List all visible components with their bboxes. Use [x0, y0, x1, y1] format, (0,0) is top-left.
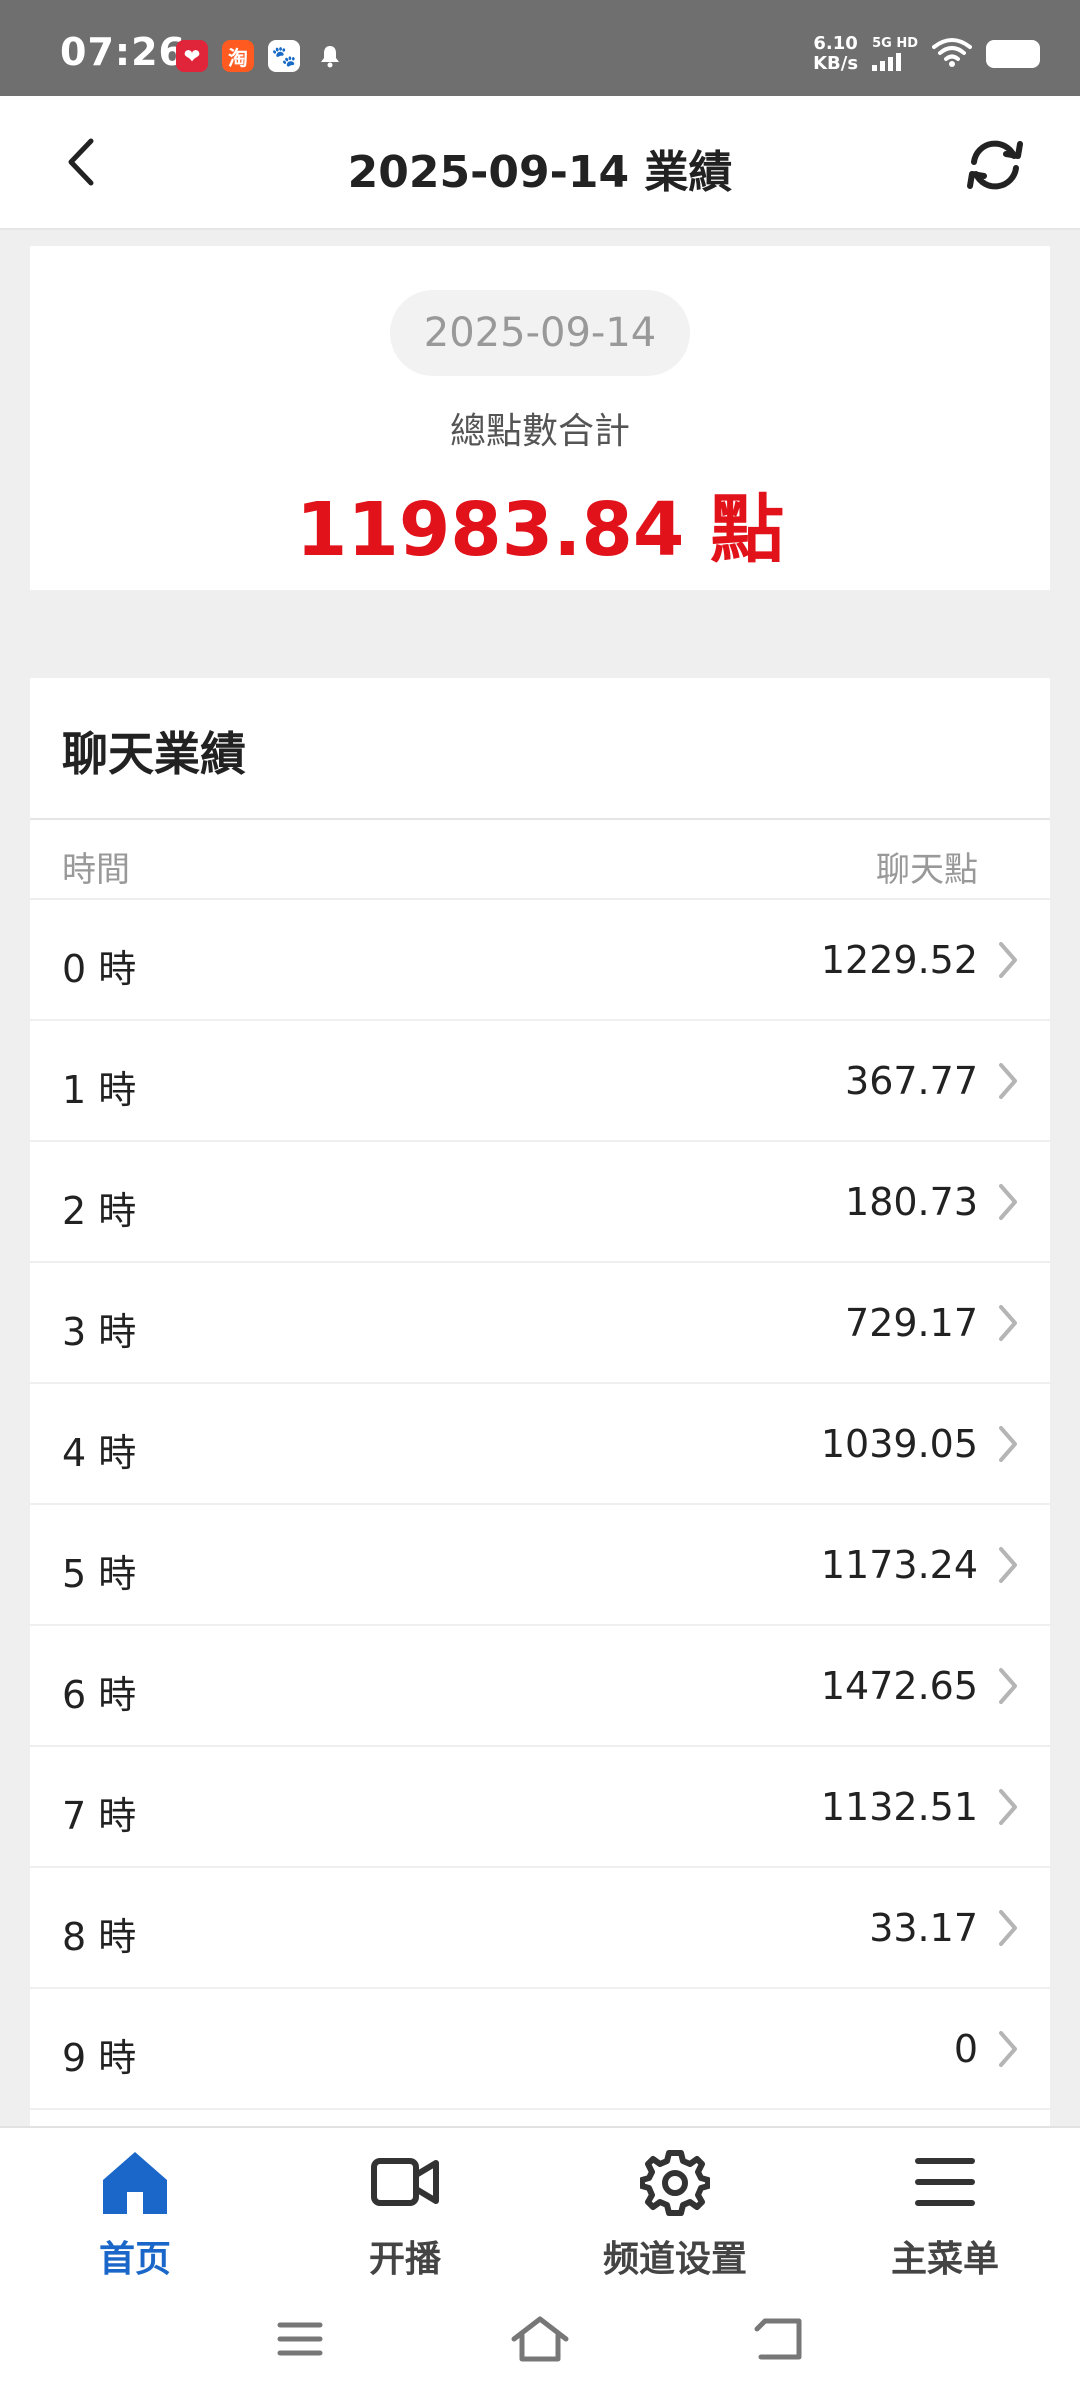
table-header: 時間 聊天點	[30, 830, 1050, 900]
row-points: 1229.52	[820, 938, 978, 982]
table-row[interactable]: 8 時 33.17	[30, 1868, 1050, 1989]
row-hour: 3 時	[62, 1310, 137, 1354]
table-row[interactable]: 4 時 1039.05	[30, 1384, 1050, 1505]
cellular-signal-icon: 5G HD	[872, 37, 918, 71]
tab-home[interactable]: 首页	[0, 2128, 270, 2280]
refresh-icon	[967, 140, 1023, 190]
wifi-icon	[932, 37, 972, 71]
refresh-button[interactable]	[960, 130, 1030, 200]
row-points: 367.77	[845, 1059, 978, 1103]
table-row[interactable]: 7 時 1132.51	[30, 1747, 1050, 1868]
column-header-time: 時間	[62, 850, 130, 890]
row-points: 1039.05	[820, 1422, 978, 1466]
table-row[interactable]: 3 時 729.17	[30, 1263, 1050, 1384]
tab-channel-settings-label: 频道设置	[602, 2239, 747, 2280]
net-speed: 6.10 KB/s	[813, 34, 858, 74]
table-row[interactable]: 0 時 1229.52	[30, 900, 1050, 1021]
chevron-right-icon	[988, 938, 1028, 982]
recents-icon	[277, 2322, 323, 2356]
row-hour: 0 時	[62, 947, 137, 991]
row-points: 1173.24	[820, 1543, 978, 1587]
table-row[interactable]: 6 時 1472.65	[30, 1626, 1050, 1747]
chevron-right-icon	[988, 1059, 1028, 1103]
table-row[interactable]: 1 時 367.77	[30, 1021, 1050, 1142]
column-header-points: 聊天點	[876, 850, 978, 890]
row-hour: 8 時	[62, 1915, 137, 1959]
table-row[interactable]: 2 時 180.73	[30, 1142, 1050, 1263]
row-hour: 4 時	[62, 1431, 137, 1475]
page-title: 2025-09-14 業績	[347, 147, 733, 198]
chevron-right-icon	[988, 1543, 1028, 1587]
tab-go-live-label: 开播	[368, 2239, 441, 2280]
row-hour: 2 時	[62, 1189, 137, 1233]
row-hour: 1 時	[62, 1068, 137, 1112]
total-points-value: 11983.84 點	[295, 487, 785, 573]
recent-apps-button[interactable]	[260, 2304, 340, 2374]
row-points: 1132.51	[820, 1785, 978, 1829]
chevron-right-icon	[988, 1180, 1028, 1224]
video-camera-icon	[365, 2142, 445, 2222]
baidu-app-icon: 🐾	[268, 40, 300, 72]
row-points: 729.17	[845, 1301, 978, 1345]
back-arrow-icon	[754, 2318, 802, 2360]
section-title: 聊天業績	[62, 727, 246, 781]
system-nav-bar	[0, 2280, 1080, 2400]
home-outline-icon	[511, 2316, 569, 2362]
chevron-right-icon	[988, 1422, 1028, 1466]
chevron-right-icon	[988, 2027, 1028, 2071]
total-points-label: 總點數合計	[449, 411, 630, 452]
chat-performance-card: 聊天業績 時間 聊天點 0 時 1229.52 1 時 367.77 2 時 180.73…	[30, 678, 1050, 2126]
bottom-tab-bar: 首页 开播 频道设置 主菜单	[0, 2126, 1080, 2280]
chevron-right-icon	[988, 1664, 1028, 1708]
row-hour: 6 時	[62, 1673, 137, 1717]
net-speed-unit: KB/s	[813, 53, 859, 74]
status-bar: 07:26 ❤ 淘 🐾 6.10 KB/s 5G HD	[0, 0, 1080, 96]
tab-home-label: 首页	[98, 2239, 171, 2280]
tab-main-menu[interactable]: 主菜单	[810, 2128, 1080, 2280]
row-hour: 7 時	[62, 1794, 137, 1838]
signal-label: 5G HD	[872, 36, 918, 51]
battery-icon	[986, 40, 1040, 68]
date-pill[interactable]: 2025-09-14	[390, 290, 690, 376]
row-hour: 5 時	[62, 1552, 137, 1596]
table-row[interactable]: 9 時 0	[30, 1989, 1050, 2110]
status-right-cluster: 6.10 KB/s 5G HD	[813, 34, 1040, 74]
home-nav-button[interactable]	[500, 2304, 580, 2374]
app-header: 2025-09-14 業績	[0, 96, 1080, 230]
divider	[30, 818, 1050, 820]
menu-icon	[905, 2142, 985, 2222]
tab-channel-settings[interactable]: 频道设置	[540, 2128, 810, 2280]
row-points: 1472.65	[820, 1664, 978, 1708]
tab-go-live[interactable]: 开播	[270, 2128, 540, 2280]
chevron-right-icon	[988, 1785, 1028, 1829]
back-nav-button[interactable]	[740, 2304, 820, 2374]
gear-icon	[635, 2142, 715, 2222]
row-hour: 9 時	[62, 2036, 137, 2080]
notification-bell-icon	[314, 40, 346, 72]
summary-card: 2025-09-14 總點數合計 11983.84 點	[30, 246, 1050, 590]
row-points: 0	[953, 2027, 978, 2071]
net-speed-value: 6.10	[813, 33, 858, 54]
chevron-right-icon	[988, 1906, 1028, 1950]
tab-main-menu-label: 主菜单	[890, 2239, 999, 2280]
row-points: 33.17	[869, 1906, 978, 1950]
taobao-app-icon: 淘	[222, 40, 254, 72]
chevron-right-icon	[988, 1301, 1028, 1345]
status-time: 07:26	[60, 30, 186, 74]
status-app-icons: ❤ 淘 🐾	[176, 40, 346, 72]
home-icon	[95, 2142, 175, 2222]
row-points: 180.73	[845, 1180, 978, 1224]
table-row[interactable]: 5 時 1173.24	[30, 1505, 1050, 1626]
pinduoduo-app-icon: ❤	[176, 40, 208, 72]
table-body: 0 時 1229.52 1 時 367.77 2 時 180.73 3 時 729.17 4 時…	[30, 900, 1050, 2110]
